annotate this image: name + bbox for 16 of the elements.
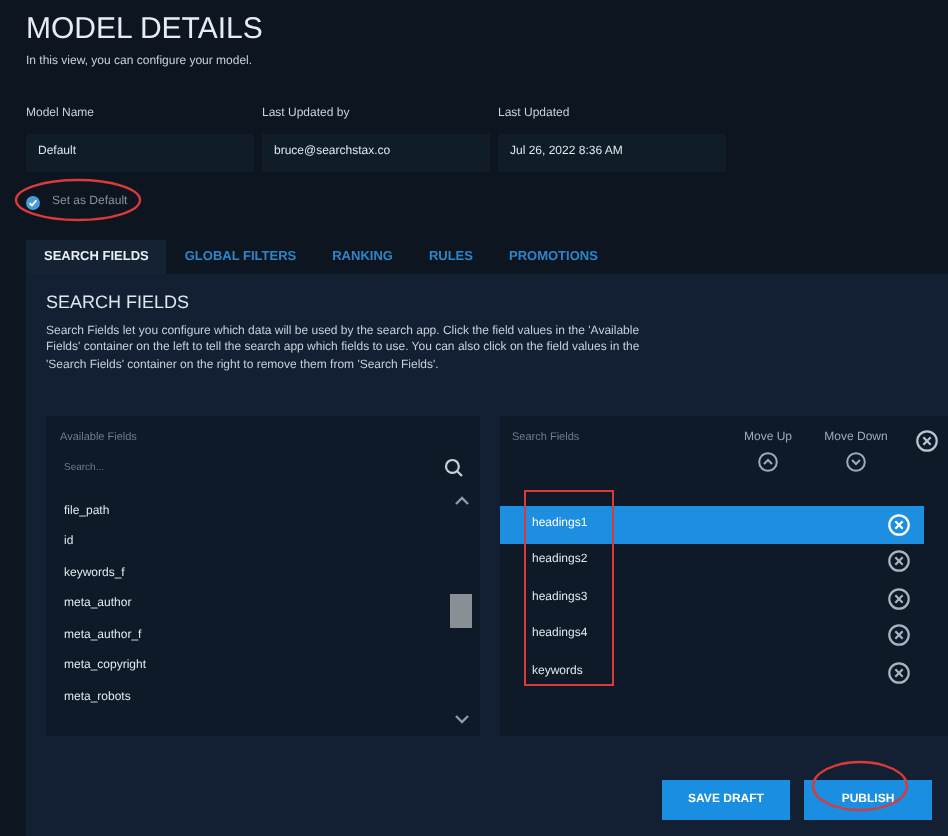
scroll-up-icon[interactable] [453, 496, 469, 507]
move-down-icon[interactable] [846, 452, 866, 472]
highlight-ellipse [14, 178, 142, 222]
scrollbar-thumb[interactable] [450, 593, 472, 628]
highlight-ellipse [810, 758, 910, 814]
page-title: MODEL DETAILS [26, 10, 265, 50]
search-icon[interactable] [444, 458, 464, 479]
clear-all-icon[interactable] [916, 430, 938, 452]
remove-icon[interactable] [888, 661, 910, 684]
remove-icon[interactable] [888, 587, 910, 610]
remove-icon[interactable] [888, 550, 910, 573]
scroll-down-icon[interactable] [453, 714, 469, 724]
section-title: SEARCH FIELDS [46, 290, 192, 316]
remove-icon[interactable] [888, 624, 910, 647]
default-checkbox[interactable] [26, 195, 40, 209]
move-up-icon[interactable] [758, 452, 778, 472]
